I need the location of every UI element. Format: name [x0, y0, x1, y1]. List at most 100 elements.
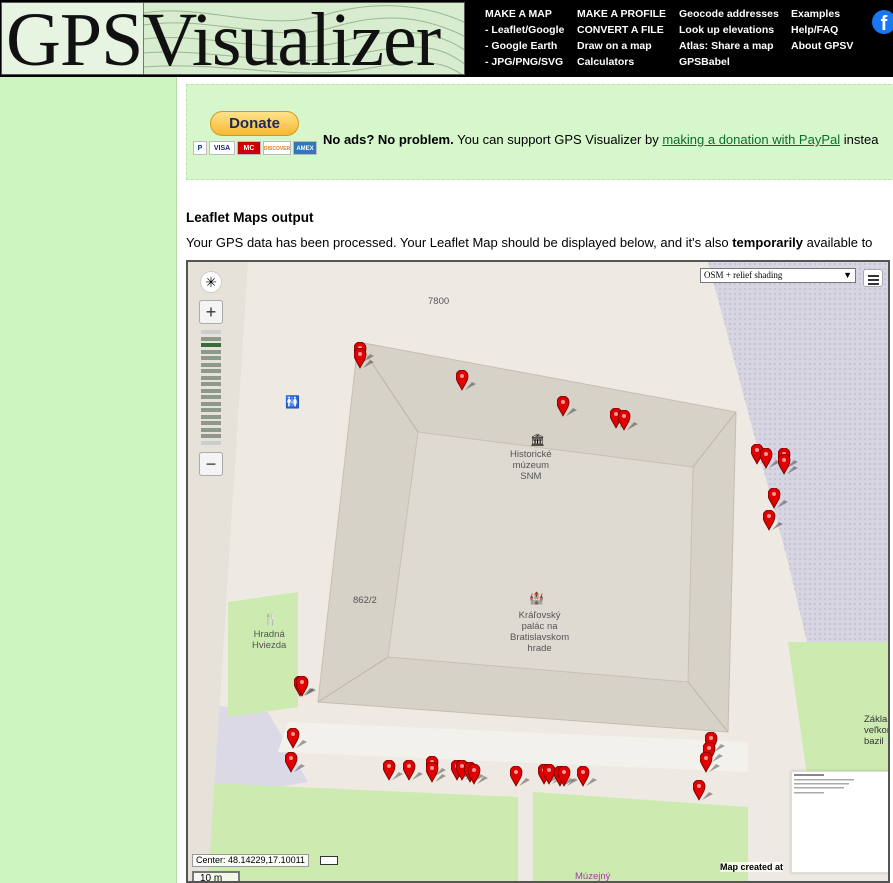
locate-icon[interactable]: ✳ — [200, 271, 222, 293]
waypoint-marker[interactable] — [576, 765, 597, 788]
menu-item-atlas[interactable]: Atlas: Share a map — [679, 38, 779, 54]
zoom-in-button[interactable]: + — [199, 300, 223, 324]
menu-item-convert-file[interactable]: CONVERT A FILE — [577, 22, 666, 38]
menu-item-geocode-addresses[interactable]: Geocode addresses — [679, 6, 779, 22]
zoom-level-tick — [201, 330, 221, 334]
castle-icon: 🏰 — [529, 591, 544, 605]
menu-item-google-earth[interactable]: - Google Earth — [485, 38, 564, 54]
waypoint-marker[interactable] — [295, 675, 316, 698]
waypoint-marker[interactable] — [557, 765, 578, 788]
zoom-level-tick — [201, 395, 221, 399]
main-content: Donate P VISA MC DISCOVER AMEX No ads? N… — [177, 77, 893, 883]
zoom-level-tick — [201, 421, 221, 425]
waypoint-marker[interactable] — [759, 447, 780, 470]
waypoint-marker[interactable] — [699, 751, 720, 774]
paypal-donation-link[interactable]: making a donation with PayPal — [662, 132, 840, 147]
leaflet-map[interactable]: 7800 862/2 Historické múzeum SNM 🏛 Kráľo… — [186, 260, 890, 883]
waypoint-marker[interactable] — [467, 763, 488, 786]
menu-bar — [868, 279, 879, 281]
zoom-level-tick — [201, 401, 221, 406]
donate-button[interactable]: Donate — [210, 111, 299, 136]
zoom-level-tick — [201, 375, 221, 380]
zoom-level-tick — [201, 434, 221, 438]
waypoint-marker[interactable] — [286, 727, 307, 750]
page-title: Leaflet Maps output — [186, 210, 314, 225]
waypoint-marker[interactable] — [425, 761, 446, 784]
waypoint-marker[interactable] — [762, 509, 783, 532]
donation-lead: No ads? No problem. — [323, 132, 454, 147]
gpsvisualizer-logo[interactable]: GPSVisualizer — [1, 2, 465, 75]
menu-item-look-up-elevations[interactable]: Look up elevations — [679, 22, 779, 38]
desc-end: available to — [803, 235, 873, 250]
toilets-icon: 🚻 — [285, 395, 300, 409]
label-historic-museum: Historické múzeum SNM — [510, 449, 552, 482]
mastercard-icon: MC — [237, 141, 261, 155]
desc-bold: temporarily — [732, 235, 804, 250]
zoom-level-tick — [201, 349, 221, 354]
menu-bar — [868, 275, 879, 277]
map-base-tiles — [188, 262, 888, 881]
label-museum-bottom: Múzejný — [575, 871, 611, 882]
menu-item-examples[interactable]: Examples — [791, 6, 853, 22]
waypoint-marker[interactable] — [556, 395, 577, 418]
visa-icon: VISA — [209, 141, 235, 155]
waypoint-marker[interactable] — [767, 487, 788, 510]
logo-text: GPSVisualizer — [6, 2, 441, 75]
label-basilica: Zákla veľkomo bazil — [864, 714, 888, 747]
waypoint-marker[interactable] — [617, 409, 638, 432]
inset-content — [794, 774, 854, 794]
site-header: GPSVisualizer MAKE A MAP - Leaflet/Googl… — [0, 0, 893, 77]
menu-column-profile: MAKE A PROFILE CONVERT A FILE Draw on a … — [577, 6, 666, 70]
menu-column-help: Examples Help/FAQ About GPSV — [791, 6, 853, 54]
menu-item-calculators[interactable]: Calculators — [577, 54, 666, 70]
donation-tail: instea — [840, 132, 879, 147]
menu-item-make-profile[interactable]: MAKE A PROFILE — [577, 6, 666, 22]
scale-bar: 10 m — [192, 871, 240, 881]
donation-banner: Donate P VISA MC DISCOVER AMEX No ads? N… — [186, 84, 893, 180]
left-sidebar — [0, 77, 177, 883]
label-royal-palace: Kráľovský palác na Bratislavskom hrade — [510, 610, 570, 654]
zoom-out-button[interactable]: − — [199, 452, 223, 476]
menu-column-make-map: MAKE A MAP - Leaflet/Google - Google Ear… — [485, 6, 564, 70]
desc-start: Your GPS data has been processed. Your L… — [186, 235, 733, 250]
menu-item-make-a-map[interactable]: MAKE A MAP — [485, 6, 564, 22]
donation-message: No ads? No problem. You can support GPS … — [323, 132, 878, 147]
waypoint-marker[interactable] — [284, 751, 305, 774]
zoom-level-tick — [201, 343, 221, 347]
output-description: Your GPS data has been processed. Your L… — [186, 235, 872, 250]
amex-icon: AMEX — [293, 141, 317, 155]
waypoint-marker[interactable] — [402, 759, 423, 782]
ruler-icon[interactable] — [320, 856, 338, 865]
donation-text: You can support GPS Visualizer by — [453, 132, 663, 147]
facebook-icon[interactable]: f — [872, 10, 893, 34]
waypoint-marker[interactable] — [777, 453, 798, 476]
zoom-level-tick — [201, 336, 221, 341]
zoom-level-tick — [201, 356, 221, 360]
zoom-level-tick — [201, 414, 221, 419]
discover-icon: DISCOVER — [263, 141, 291, 155]
chevron-down-icon: ▼ — [843, 270, 852, 280]
zoom-level-tick — [201, 388, 221, 393]
waypoint-marker[interactable] — [353, 347, 374, 370]
restaurant-icon: 🍴 — [263, 612, 278, 626]
menu-item-about[interactable]: About GPSV — [791, 38, 853, 54]
menu-item-jpg-png-svg[interactable]: - JPG/PNG/SVG — [485, 54, 564, 70]
menu-bar — [868, 283, 879, 285]
zoom-level-tick — [201, 440, 221, 445]
museum-icon: 🏛 — [530, 433, 546, 447]
waypoint-marker[interactable] — [692, 779, 713, 802]
menu-item-leaflet-google[interactable]: - Leaflet/Google — [485, 22, 564, 38]
zoom-level-tick — [201, 362, 221, 367]
map-layer-select[interactable]: OSM + relief shading ▼ — [700, 268, 856, 283]
menu-item-help-faq[interactable]: Help/FAQ — [791, 22, 853, 38]
label-house-number: 7800 — [428, 296, 450, 307]
layers-menu-button[interactable] — [863, 269, 883, 287]
overview-inset-map[interactable] — [791, 771, 888, 873]
label-parcel: 862/2 — [353, 595, 377, 606]
waypoint-marker[interactable] — [455, 369, 476, 392]
menu-item-draw-on-map[interactable]: Draw on a map — [577, 38, 666, 54]
waypoint-marker[interactable] — [382, 759, 403, 782]
waypoint-marker[interactable] — [509, 765, 530, 788]
menu-item-gpsbabel[interactable]: GPSBabel — [679, 54, 779, 70]
zoom-level-tick — [201, 408, 221, 412]
